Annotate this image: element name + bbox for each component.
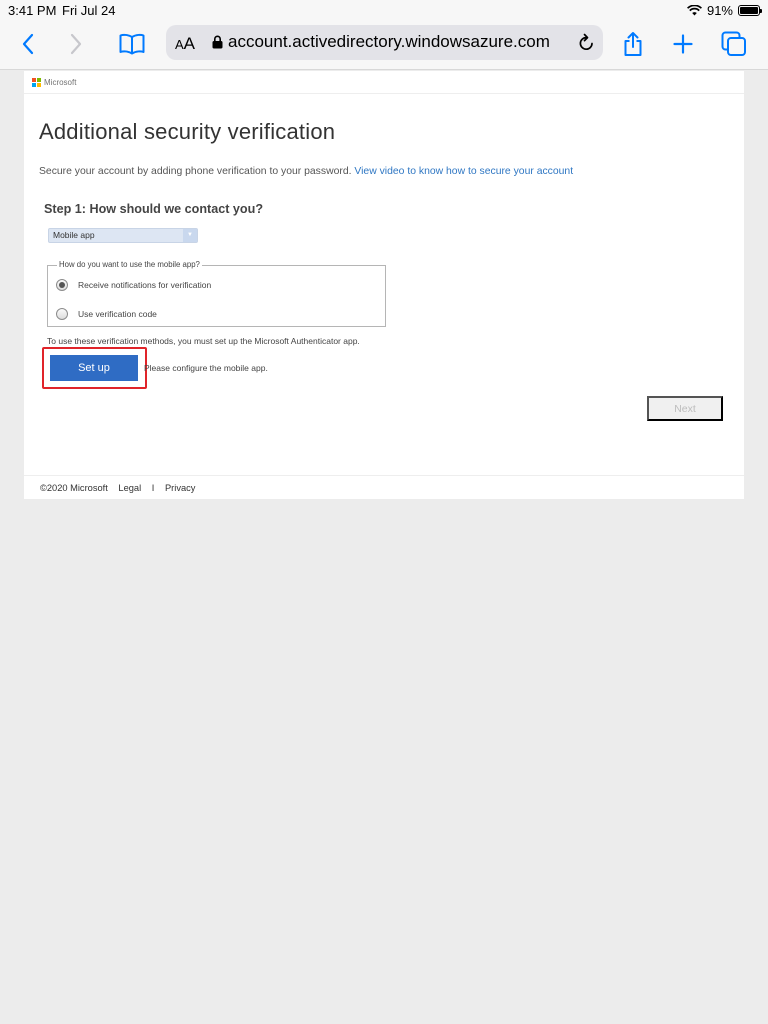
status-bar: 3:41 PM Fri Jul 24 91% <box>0 0 768 20</box>
lock-icon <box>212 35 223 49</box>
legal-link[interactable]: Legal <box>118 483 141 493</box>
footer-divider <box>24 475 744 476</box>
copyright: ©2020 Microsoft <box>40 483 108 493</box>
setup-status-text: Please configure the mobile app. <box>144 363 268 373</box>
bookmarks-icon[interactable] <box>115 27 149 61</box>
text-size-button[interactable]: AA <box>175 34 195 54</box>
option-verification-code[interactable]: Use verification code <box>56 308 157 320</box>
forward-icon[interactable] <box>59 27 93 61</box>
back-icon[interactable] <box>11 27 45 61</box>
contact-method-value: Mobile app <box>53 230 95 240</box>
intro-text: Secure your account by adding phone veri… <box>39 166 574 177</box>
header-divider <box>24 93 744 94</box>
footer-separator: I <box>151 483 155 493</box>
status-date: Fri Jul 24 <box>62 3 116 18</box>
next-button[interactable]: Next <box>647 396 723 421</box>
option-label: Receive notifications for verification <box>78 280 212 290</box>
chevron-down-icon: ▼ <box>183 229 197 242</box>
contact-method-select[interactable]: Mobile app ▼ <box>48 228 198 243</box>
new-tab-icon[interactable] <box>666 27 700 61</box>
security-video-link[interactable]: View video to know how to secure your ac… <box>354 166 573 177</box>
microsoft-logo-icon <box>32 78 41 87</box>
authenticator-note: To use these verification methods, you m… <box>47 336 360 346</box>
radio-receive-notifications[interactable] <box>56 279 68 291</box>
brand-name: Microsoft <box>44 78 77 87</box>
share-icon[interactable] <box>616 27 650 61</box>
page-title: Additional security verification <box>39 119 336 144</box>
microsoft-logo: Microsoft <box>32 78 76 87</box>
mobile-app-legend: How do you want to use the mobile app? <box>57 260 202 269</box>
status-right: 91% <box>686 3 762 18</box>
battery-icon <box>738 5 762 16</box>
address-bar[interactable]: AA account.activedirectory.windowsazure.… <box>166 25 603 60</box>
radio-verification-code[interactable] <box>56 308 68 320</box>
page-footer: ©2020 Microsoft Legal I Privacy <box>40 483 203 493</box>
status-time: 3:41 PM <box>8 3 57 18</box>
step-heading: Step 1: How should we contact you? <box>44 202 264 216</box>
wifi-icon <box>686 5 702 16</box>
option-label: Use verification code <box>78 309 157 319</box>
setup-button[interactable]: Set up <box>50 355 138 381</box>
battery-percent: 91% <box>706 3 733 18</box>
privacy-link[interactable]: Privacy <box>165 483 195 493</box>
reload-icon[interactable] <box>578 33 595 52</box>
browser-toolbar: AA account.activedirectory.windowsazure.… <box>0 20 768 70</box>
mobile-app-options: How do you want to use the mobile app? R… <box>47 260 386 327</box>
tabs-icon[interactable] <box>717 27 751 61</box>
option-receive-notifications[interactable]: Receive notifications for verification <box>56 279 211 291</box>
url-text[interactable]: account.activedirectory.windowsazure.com <box>228 32 550 52</box>
web-page: Microsoft Additional security verificati… <box>24 71 744 499</box>
